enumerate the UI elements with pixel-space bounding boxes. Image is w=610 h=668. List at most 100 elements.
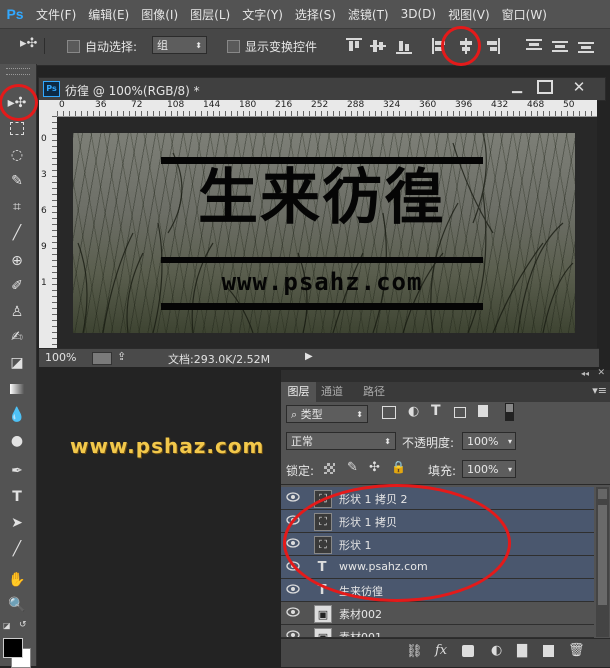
gradient-tool-icon[interactable] [5,378,29,400]
filter-shape-icon[interactable] [454,407,466,418]
tab-channels[interactable]: 通道 [321,382,343,402]
ruler-tick-label: 3 [41,170,47,180]
distribute-bottom-icon[interactable] [578,38,594,54]
ruler-horizontal[interactable]: 0 36 72 108 144 180 216 252 288 324 360 396 432 468 50 [57,100,597,117]
menu-layer[interactable]: 图层(L) [184,6,236,23]
align-bottom-edges-icon[interactable] [396,38,412,54]
clone-stamp-tool-icon[interactable]: ♙ [5,301,29,323]
menu-view[interactable]: 视图(V) [442,6,496,23]
swap-colors-icon[interactable]: ↺ [19,620,27,630]
healing-brush-tool-icon[interactable]: ⊕ [5,250,29,272]
lock-transparent-icon[interactable] [324,463,335,474]
align-right-edges-icon[interactable] [484,38,500,54]
blur-tool-icon[interactable]: 💧 [5,404,29,426]
eyedropper-tool-icon[interactable]: ╱ [5,222,29,244]
document-status-bar: 100% ⇪ 文档:293.0K/2.52M ▶ [39,348,599,367]
add-mask-icon[interactable] [462,645,474,657]
adjustment-layer-icon[interactable]: ◐ [491,643,502,658]
layer-row[interactable]: ▣ 素材001 [281,625,594,638]
move-tool-preset-icon[interactable]: ▸✣ [20,36,37,51]
opacity-field[interactable]: 100% ▾ [462,432,516,450]
collapse-icon[interactable]: ◂◂ [581,369,589,378]
ruler-vertical[interactable]: 0 3 6 9 1 [39,116,58,348]
auto-select-label: 自动选择: [85,40,138,54]
share-icon[interactable]: ⇪ [117,350,126,363]
eye-icon[interactable] [286,605,300,619]
status-menu-arrow-icon[interactable]: ▶ [305,351,313,362]
artwork-image[interactable]: 生来彷徨 www.psahz.com [73,133,575,333]
menu-edit[interactable]: 编辑(E) [82,6,135,23]
tab-layers[interactable]: 图层 [281,382,316,402]
ruler-tick-label: 72 [131,100,143,110]
blend-mode-dropdown[interactable]: 正常 ⬍ [286,432,396,450]
eraser-tool-icon[interactable]: ◪ [5,352,29,374]
distribute-top-icon[interactable] [526,38,542,54]
foreground-color-swatch[interactable] [3,638,23,658]
chevron-down-icon: ▾ [507,437,512,446]
path-selection-tool-icon[interactable]: ➤ [5,512,29,534]
distribute-centers-icon[interactable] [552,38,568,54]
filter-type-icon[interactable]: T [431,403,441,419]
fx-icon[interactable]: fx [435,643,447,658]
eye-icon[interactable] [286,490,300,504]
menu-window[interactable]: 窗口(W) [496,6,553,23]
menu-type[interactable]: 文字(Y) [236,6,289,23]
ruler-corner[interactable] [39,100,57,116]
menu-image[interactable]: 图像(I) [135,6,184,23]
filter-adjustment-icon[interactable]: ◐ [408,404,419,419]
maximize-icon[interactable] [537,80,553,94]
history-brush-tool-icon[interactable]: ✍ [5,326,29,348]
zoom-tool-icon[interactable]: 🔍 [5,594,29,616]
show-transform-checkbox[interactable] [227,40,240,53]
layers-scrollbar[interactable] [596,487,609,637]
zoom-level[interactable]: 100% [45,351,76,364]
line-tool-icon[interactable]: ╱ [5,538,29,560]
align-top-edges-icon[interactable] [346,38,362,54]
hand-tool-icon[interactable]: ✋ [5,569,29,591]
trash-icon[interactable]: 🗑 [568,643,585,658]
brush-tool-icon[interactable]: ✐ [5,275,29,297]
layer-row[interactable]: ▣ 素材002 [281,602,594,625]
auto-select-dropdown[interactable]: 组 ⬍ [152,36,207,54]
menu-3d[interactable]: 3D(D) [395,7,442,21]
align-vertical-centers-icon[interactable] [370,38,386,54]
scroll-up-icon[interactable] [598,489,607,499]
layers-footer: ⛓ fx ◐ ▇ 🗑 [281,638,610,667]
close-icon[interactable]: ✕ [569,78,589,96]
fill-field[interactable]: 100% ▾ [462,460,516,478]
filter-pixel-icon[interactable] [382,406,396,419]
filter-toggle-icon[interactable] [505,403,514,421]
new-layer-icon[interactable] [543,645,554,657]
pen-tool-icon[interactable]: ✒ [5,460,29,482]
dodge-tool-icon[interactable]: ● [5,430,29,452]
layer-filter-dropdown[interactable]: ⌕ 类型 ⬍ [286,405,368,423]
menu-filter[interactable]: 滤镜(T) [342,6,395,23]
lock-all-icon[interactable]: 🔒 [391,460,406,474]
lock-pixels-icon[interactable]: ✎ [347,460,358,475]
default-colors-icon[interactable]: ◪ [3,621,11,630]
proof-icon[interactable] [92,352,112,365]
document-info: 文档:293.0K/2.52M [168,353,271,366]
fill-value: 100% [467,463,499,476]
ruler-tick-label: 216 [275,100,293,110]
auto-select-checkbox[interactable] [67,40,80,53]
eye-icon[interactable] [286,582,300,596]
link-layers-icon[interactable]: ⛓ [406,644,423,659]
new-group-icon[interactable]: ▇ [517,643,527,658]
tab-paths[interactable]: 路径 [363,382,385,402]
document-tab[interactable]: Ps 彷徨 @ 100%(RGB/8) * ▁ ✕ [38,77,606,101]
lock-position-icon[interactable]: ✣ [369,460,380,475]
scrollbar-thumb[interactable] [598,505,607,605]
lasso-tool-icon[interactable]: ◌ [5,144,29,166]
menu-file[interactable]: 文件(F) [30,6,82,23]
panel-close-icon[interactable]: ✕ [597,368,605,378]
eye-icon[interactable] [286,628,300,637]
minimize-icon[interactable]: ▁ [507,79,527,95]
crop-tool-icon[interactable]: ⌗ [5,196,29,218]
menu-select[interactable]: 选择(S) [289,6,342,23]
auto-select-value: 组 [157,39,168,52]
quick-select-tool-icon[interactable]: ✎ [5,170,29,192]
panel-menu-icon[interactable]: ▾≡ [592,384,607,397]
filter-smart-object-icon[interactable] [478,405,488,417]
type-tool-icon[interactable]: T [5,486,29,508]
